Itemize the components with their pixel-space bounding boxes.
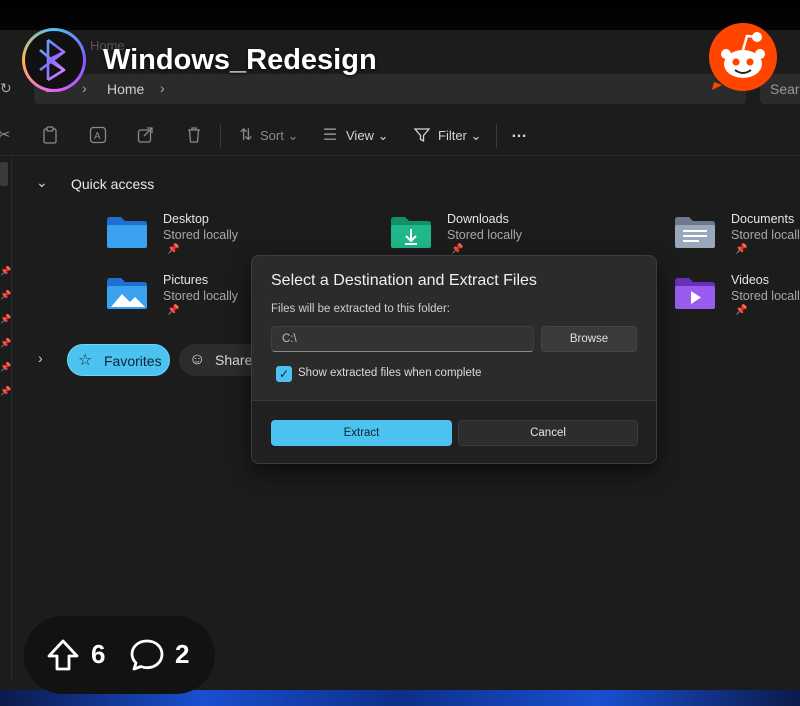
show-files-checkbox-label[interactable]: Show extracted files when complete bbox=[298, 367, 481, 379]
nav-scrollbar-thumb[interactable] bbox=[0, 162, 8, 186]
extract-button[interactable]: Extract bbox=[271, 420, 452, 446]
breadcrumb-home[interactable]: Home bbox=[107, 81, 144, 97]
more-options-button[interactable]: … bbox=[511, 124, 528, 142]
documents-folder-icon bbox=[675, 217, 715, 248]
svg-text:A: A bbox=[94, 131, 101, 142]
destination-path-value: C:\ bbox=[282, 333, 297, 345]
pin-icon: 📌 bbox=[0, 338, 12, 348]
folder-name: Desktop bbox=[163, 212, 209, 226]
delete-icon[interactable] bbox=[184, 126, 204, 146]
comment-icon[interactable] bbox=[130, 638, 164, 672]
pin-icon: 📌 bbox=[0, 386, 12, 396]
cut-icon[interactable]: ✂ bbox=[0, 126, 14, 146]
star-icon: ☆ bbox=[78, 352, 93, 369]
pin-icon: 📌 bbox=[0, 266, 12, 276]
view-icon: ☰ bbox=[322, 127, 338, 144]
reddit-logo-icon[interactable] bbox=[708, 22, 778, 92]
folder-status: Stored locally bbox=[731, 289, 800, 303]
chevron-right-icon: › bbox=[160, 80, 165, 96]
folder-name: Downloads bbox=[447, 212, 509, 226]
paste-icon[interactable] bbox=[40, 126, 60, 146]
folder-status: Stored locally bbox=[163, 228, 239, 242]
folder-videos[interactable]: Videos Stored locally 📌 bbox=[673, 273, 800, 329]
pin-icon: 📌 bbox=[167, 305, 180, 316]
chevron-right-icon[interactable]: › bbox=[38, 350, 43, 366]
subreddit-name[interactable]: Windows_Redesign bbox=[103, 44, 377, 77]
favorites-chip[interactable]: ☆ Favorites bbox=[67, 344, 170, 376]
people-icon: ☺ bbox=[189, 351, 206, 368]
comment-count: 2 bbox=[175, 639, 190, 669]
subreddit-logo-icon bbox=[39, 38, 66, 82]
view-button[interactable]: View ⌄ bbox=[346, 128, 388, 144]
subreddit-avatar[interactable] bbox=[22, 28, 86, 92]
refresh-icon[interactable]: ↻ bbox=[0, 80, 12, 97]
favorites-label: Favorites bbox=[104, 353, 162, 369]
pin-icon: 📌 bbox=[167, 244, 180, 255]
dialog-title: Select a Destination and Extract Files bbox=[271, 272, 537, 289]
share-icon[interactable] bbox=[136, 126, 156, 146]
extract-dialog: Select a Destination and Extract Files F… bbox=[251, 255, 657, 464]
cancel-button[interactable]: Cancel bbox=[458, 420, 638, 446]
desktop-folder-icon bbox=[107, 217, 147, 248]
rename-icon[interactable]: A bbox=[88, 126, 108, 146]
post-actions: 6 2 bbox=[24, 616, 215, 694]
pictures-folder-icon bbox=[107, 278, 147, 309]
destination-path-input[interactable]: C:\ bbox=[271, 326, 534, 352]
navigation-pane: 📌 📌 📌 📌 📌 📌 bbox=[0, 158, 12, 678]
pin-icon: 📌 bbox=[0, 362, 12, 372]
toolbar-divider bbox=[496, 124, 497, 148]
pin-icon: 📌 bbox=[735, 244, 748, 255]
folder-status: Stored locally bbox=[731, 228, 800, 242]
folder-status: Stored locally bbox=[447, 228, 523, 242]
chevron-right-icon: › bbox=[82, 80, 87, 96]
sort-button[interactable]: Sort ⌄ bbox=[260, 128, 298, 144]
dialog-footer: Extract Cancel bbox=[252, 400, 656, 463]
quick-access-header[interactable]: Quick access bbox=[71, 176, 154, 192]
filter-button[interactable]: Filter ⌄ bbox=[438, 128, 481, 144]
pin-icon: 📌 bbox=[0, 290, 12, 300]
videos-folder-icon bbox=[675, 278, 715, 309]
pin-icon: 📌 bbox=[735, 305, 748, 316]
upvote-icon[interactable] bbox=[46, 638, 80, 672]
browse-button[interactable]: Browse bbox=[541, 326, 637, 352]
upvote-count: 6 bbox=[91, 639, 106, 669]
command-bar: ✂ A ⇅ Sort ⌄ ☰ View ⌄ Filter ⌄ … bbox=[0, 118, 800, 156]
downloads-folder-icon bbox=[391, 217, 431, 248]
show-files-checkbox[interactable]: ✓ bbox=[276, 366, 292, 382]
folder-documents[interactable]: Documents Stored locally 📌 bbox=[673, 212, 800, 268]
toolbar-divider bbox=[220, 124, 221, 148]
chevron-down-icon[interactable]: ⌄ bbox=[36, 174, 48, 191]
dialog-subtitle: Files will be extracted to this folder: bbox=[271, 303, 450, 315]
folder-status: Stored locally bbox=[163, 289, 239, 303]
folder-name: Videos bbox=[731, 273, 769, 287]
folder-name: Documents bbox=[731, 212, 795, 226]
folder-name: Pictures bbox=[163, 273, 209, 287]
pin-icon: 📌 bbox=[0, 314, 12, 324]
pin-icon: 📌 bbox=[451, 244, 464, 255]
filter-icon bbox=[412, 126, 432, 146]
sort-icon: ⇅ bbox=[239, 127, 253, 144]
